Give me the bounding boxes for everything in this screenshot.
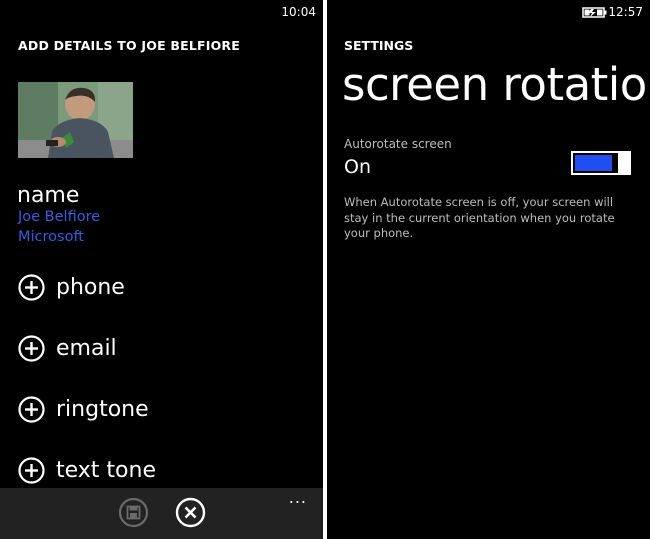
cancel-button[interactable] — [175, 497, 206, 528]
add-ringtone-row[interactable]: ringtone — [18, 394, 149, 424]
contact-edit-screen: 10:04 ADD DETAILS TO JOE BELFIORE name J… — [0, 0, 323, 539]
add-email-label: email — [56, 335, 117, 361]
name-section-label: name — [17, 183, 80, 208]
status-time: 10:04 — [281, 5, 316, 19]
autorotate-label: Autorotate screen — [344, 137, 452, 151]
add-ringtone-label: ringtone — [56, 396, 149, 422]
status-bar: 10:04 — [0, 0, 323, 24]
autorotate-toggle[interactable] — [571, 151, 631, 175]
plus-circle-icon — [18, 334, 45, 362]
status-bar: 12:57 — [327, 0, 650, 24]
save-button[interactable] — [118, 497, 149, 528]
plus-circle-icon — [18, 273, 45, 301]
status-time: 12:57 — [608, 5, 643, 19]
more-options-button[interactable]: ... — [289, 488, 307, 507]
autorotate-description: When Autorotate screen is off, your scre… — [344, 195, 615, 240]
add-text-tone-label: text tone — [56, 457, 156, 483]
close-icon — [175, 497, 206, 528]
add-email-row[interactable]: email — [18, 333, 117, 363]
app-bar: ... — [0, 488, 323, 539]
autorotate-state: On — [344, 156, 371, 178]
add-phone-label: phone — [56, 274, 125, 300]
toggle-thumb[interactable] — [618, 151, 631, 175]
contact-photo-image — [18, 82, 133, 158]
plus-circle-icon — [18, 395, 45, 423]
contact-company-link[interactable]: Microsoft — [18, 229, 84, 245]
contact-name-link[interactable]: Joe Belfiore — [18, 209, 100, 225]
page-header: SETTINGS — [344, 38, 414, 53]
toggle-fill — [575, 155, 612, 171]
contact-photo[interactable] — [18, 82, 133, 158]
page-title: screen rotation — [342, 58, 650, 111]
add-text-tone-row[interactable]: text tone — [18, 455, 156, 485]
add-phone-row[interactable]: phone — [18, 272, 125, 302]
plus-circle-icon — [18, 456, 45, 484]
battery-charging-icon — [582, 7, 607, 18]
save-icon — [118, 497, 149, 528]
settings-screen: 12:57 SETTINGS screen rotation Autorotat… — [327, 0, 650, 539]
page-header: ADD DETAILS TO JOE BELFIORE — [18, 38, 240, 53]
